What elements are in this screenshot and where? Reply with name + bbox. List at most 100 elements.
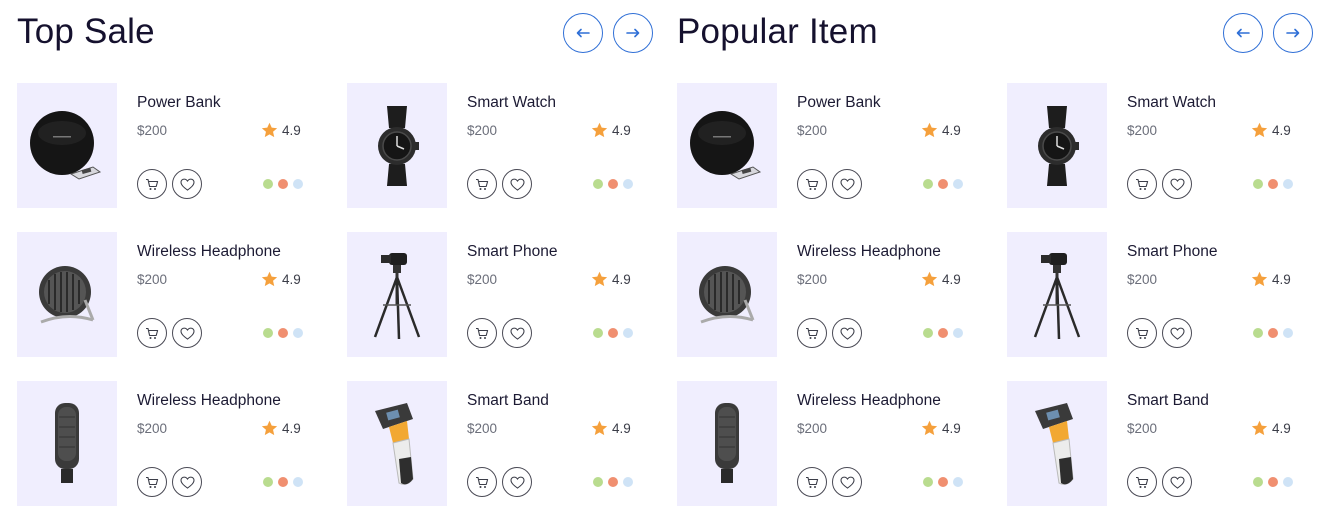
wishlist-button[interactable] <box>1162 467 1192 497</box>
color-swatch-orange[interactable] <box>608 477 618 487</box>
product-name[interactable]: Smart Band <box>467 392 549 410</box>
color-swatch-orange[interactable] <box>938 179 948 189</box>
add-to-cart-button[interactable] <box>797 467 827 497</box>
product-name[interactable]: Smart Phone <box>467 243 557 261</box>
product-name[interactable]: Smart Watch <box>467 94 556 112</box>
color-swatch-orange[interactable] <box>1268 328 1278 338</box>
color-swatch-orange[interactable] <box>278 179 288 189</box>
add-to-cart-button[interactable] <box>797 318 827 348</box>
wishlist-button[interactable] <box>1162 169 1192 199</box>
product-card[interactable]: Smart Watch $200 4.9 <box>347 83 647 208</box>
add-to-cart-button[interactable] <box>137 467 167 497</box>
wishlist-button[interactable] <box>172 318 202 348</box>
wishlist-button[interactable] <box>172 169 202 199</box>
product-name[interactable]: Wireless Headphone <box>137 392 281 410</box>
product-name[interactable]: Wireless Headphone <box>137 243 281 261</box>
product-card[interactable]: Wireless Headphone $200 4.9 <box>677 381 977 506</box>
wishlist-button[interactable] <box>832 169 862 199</box>
add-to-cart-button[interactable] <box>1127 318 1157 348</box>
color-swatch-orange[interactable] <box>1268 179 1278 189</box>
next-arrow-button[interactable] <box>613 13 653 53</box>
product-name[interactable]: Power Bank <box>797 94 881 112</box>
color-swatch-green[interactable] <box>1253 477 1263 487</box>
add-to-cart-button[interactable] <box>797 169 827 199</box>
color-swatch-blue[interactable] <box>953 477 963 487</box>
color-swatch-blue[interactable] <box>293 477 303 487</box>
prev-arrow-button[interactable] <box>563 13 603 53</box>
product-name[interactable]: Smart Band <box>1127 392 1209 410</box>
product-card[interactable]: Wireless Headphone $200 4.9 <box>677 232 977 357</box>
product-card[interactable]: Smart Band $200 4.9 <box>1007 381 1307 506</box>
color-swatch-blue[interactable] <box>623 477 633 487</box>
product-card[interactable]: Smart Band $200 4.9 <box>347 381 647 506</box>
next-arrow-button[interactable] <box>1273 13 1313 53</box>
color-swatch-blue[interactable] <box>623 179 633 189</box>
add-to-cart-button[interactable] <box>1127 467 1157 497</box>
product-image[interactable] <box>347 83 447 208</box>
product-name[interactable]: Wireless Headphone <box>797 243 941 261</box>
color-swatch-blue[interactable] <box>953 328 963 338</box>
color-swatch-orange[interactable] <box>1268 477 1278 487</box>
prev-arrow-button[interactable] <box>1223 13 1263 53</box>
add-to-cart-button[interactable] <box>467 467 497 497</box>
product-image[interactable] <box>17 232 117 357</box>
product-image[interactable] <box>347 232 447 357</box>
wishlist-button[interactable] <box>172 467 202 497</box>
color-swatch-orange[interactable] <box>278 477 288 487</box>
color-swatch-blue[interactable] <box>623 328 633 338</box>
product-image[interactable] <box>1007 83 1107 208</box>
product-image[interactable] <box>677 232 777 357</box>
color-swatch-green[interactable] <box>923 477 933 487</box>
wishlist-button[interactable] <box>832 467 862 497</box>
add-to-cart-button[interactable] <box>467 318 497 348</box>
color-swatch-green[interactable] <box>593 179 603 189</box>
product-card[interactable]: Smart Phone $200 4.9 <box>1007 232 1307 357</box>
color-swatch-blue[interactable] <box>1283 179 1293 189</box>
color-swatch-green[interactable] <box>263 179 273 189</box>
add-to-cart-button[interactable] <box>137 318 167 348</box>
product-name[interactable]: Power Bank <box>137 94 221 112</box>
wishlist-button[interactable] <box>502 169 532 199</box>
product-name[interactable]: Smart Watch <box>1127 94 1216 112</box>
product-image[interactable] <box>347 381 447 506</box>
product-image[interactable] <box>17 381 117 506</box>
color-swatch-blue[interactable] <box>1283 477 1293 487</box>
color-swatch-green[interactable] <box>593 328 603 338</box>
product-image[interactable] <box>1007 232 1107 357</box>
color-swatch-orange[interactable] <box>938 328 948 338</box>
wishlist-button[interactable] <box>502 318 532 348</box>
color-swatch-orange[interactable] <box>608 328 618 338</box>
color-swatch-orange[interactable] <box>608 179 618 189</box>
add-to-cart-button[interactable] <box>1127 169 1157 199</box>
product-image[interactable] <box>677 83 777 208</box>
color-swatch-green[interactable] <box>1253 328 1263 338</box>
color-swatch-green[interactable] <box>263 328 273 338</box>
add-to-cart-button[interactable] <box>467 169 497 199</box>
color-swatch-blue[interactable] <box>293 179 303 189</box>
color-swatch-blue[interactable] <box>293 328 303 338</box>
color-swatch-orange[interactable] <box>938 477 948 487</box>
wishlist-button[interactable] <box>1162 318 1192 348</box>
product-card[interactable]: Power Bank $200 4.9 <box>17 83 317 208</box>
product-image[interactable] <box>1007 381 1107 506</box>
product-image[interactable] <box>17 83 117 208</box>
color-swatch-green[interactable] <box>593 477 603 487</box>
product-card[interactable]: Smart Watch $200 4.9 <box>1007 83 1307 208</box>
product-image[interactable] <box>677 381 777 506</box>
product-card[interactable]: Wireless Headphone $200 4.9 <box>17 232 317 357</box>
product-card[interactable]: Smart Phone $200 4.9 <box>347 232 647 357</box>
product-name[interactable]: Smart Phone <box>1127 243 1217 261</box>
color-swatch-blue[interactable] <box>953 179 963 189</box>
color-swatch-orange[interactable] <box>278 328 288 338</box>
color-swatch-green[interactable] <box>923 179 933 189</box>
color-swatch-green[interactable] <box>263 477 273 487</box>
product-name[interactable]: Wireless Headphone <box>797 392 941 410</box>
product-card[interactable]: Power Bank $200 4.9 <box>677 83 977 208</box>
add-to-cart-button[interactable] <box>137 169 167 199</box>
color-swatch-green[interactable] <box>923 328 933 338</box>
product-card[interactable]: Wireless Headphone $200 4.9 <box>17 381 317 506</box>
color-swatch-blue[interactable] <box>1283 328 1293 338</box>
color-swatch-green[interactable] <box>1253 179 1263 189</box>
wishlist-button[interactable] <box>502 467 532 497</box>
wishlist-button[interactable] <box>832 318 862 348</box>
